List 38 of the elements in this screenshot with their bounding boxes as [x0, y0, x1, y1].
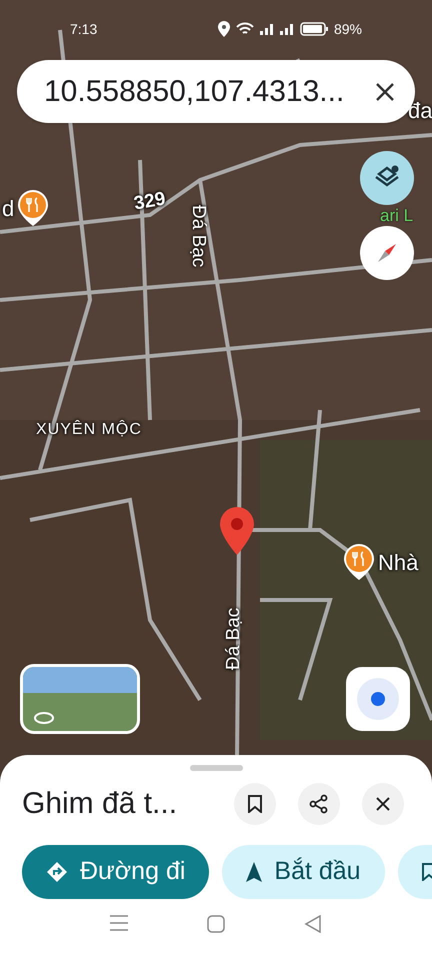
road-label: Đá Bạc	[187, 205, 210, 268]
back-icon[interactable]	[304, 915, 322, 933]
park-label: ari L	[380, 206, 414, 225]
road-label: Đá Bạc	[222, 608, 245, 670]
poi-label: Nhà	[378, 548, 418, 576]
menu-icon[interactable]	[110, 915, 128, 931]
bookmark-icon	[248, 794, 262, 812]
rotate-icon	[33, 711, 55, 725]
location-pin-icon	[220, 507, 254, 555]
close-icon[interactable]	[375, 82, 395, 102]
start-button[interactable]: Bắt đầu	[222, 845, 385, 899]
directions-icon	[46, 861, 68, 883]
poi-label: d	[2, 194, 14, 222]
bookmark-icon	[422, 863, 432, 881]
share-button[interactable]	[298, 782, 340, 824]
wifi-icon	[236, 22, 254, 36]
restaurant-pin-icon[interactable]	[18, 190, 48, 226]
share-icon	[309, 794, 329, 814]
directions-button[interactable]: Đường đi	[22, 845, 210, 899]
status-time: 7:13	[70, 20, 98, 38]
road-label: 329	[132, 187, 168, 217]
close-button[interactable]	[362, 782, 404, 824]
navigation-arrow-icon	[246, 862, 262, 882]
search-value: 10.558850,107.4313...	[44, 74, 346, 110]
close-icon	[376, 796, 390, 810]
street-view-photo[interactable]	[20, 664, 140, 734]
location-dot-icon	[356, 677, 400, 721]
my-location-button[interactable]	[346, 667, 410, 731]
location-icon	[218, 21, 230, 37]
restaurant-pin-icon[interactable]	[344, 544, 374, 580]
battery-icon	[300, 22, 328, 36]
home-icon[interactable]	[206, 915, 225, 933]
signal-icon	[260, 23, 274, 35]
battery-percentage: 89%	[334, 20, 362, 38]
place-title: Ghim đã t...	[22, 786, 178, 822]
signal-icon	[280, 23, 294, 35]
drag-handle[interactable]	[190, 765, 243, 771]
save-button[interactable]	[234, 782, 276, 824]
